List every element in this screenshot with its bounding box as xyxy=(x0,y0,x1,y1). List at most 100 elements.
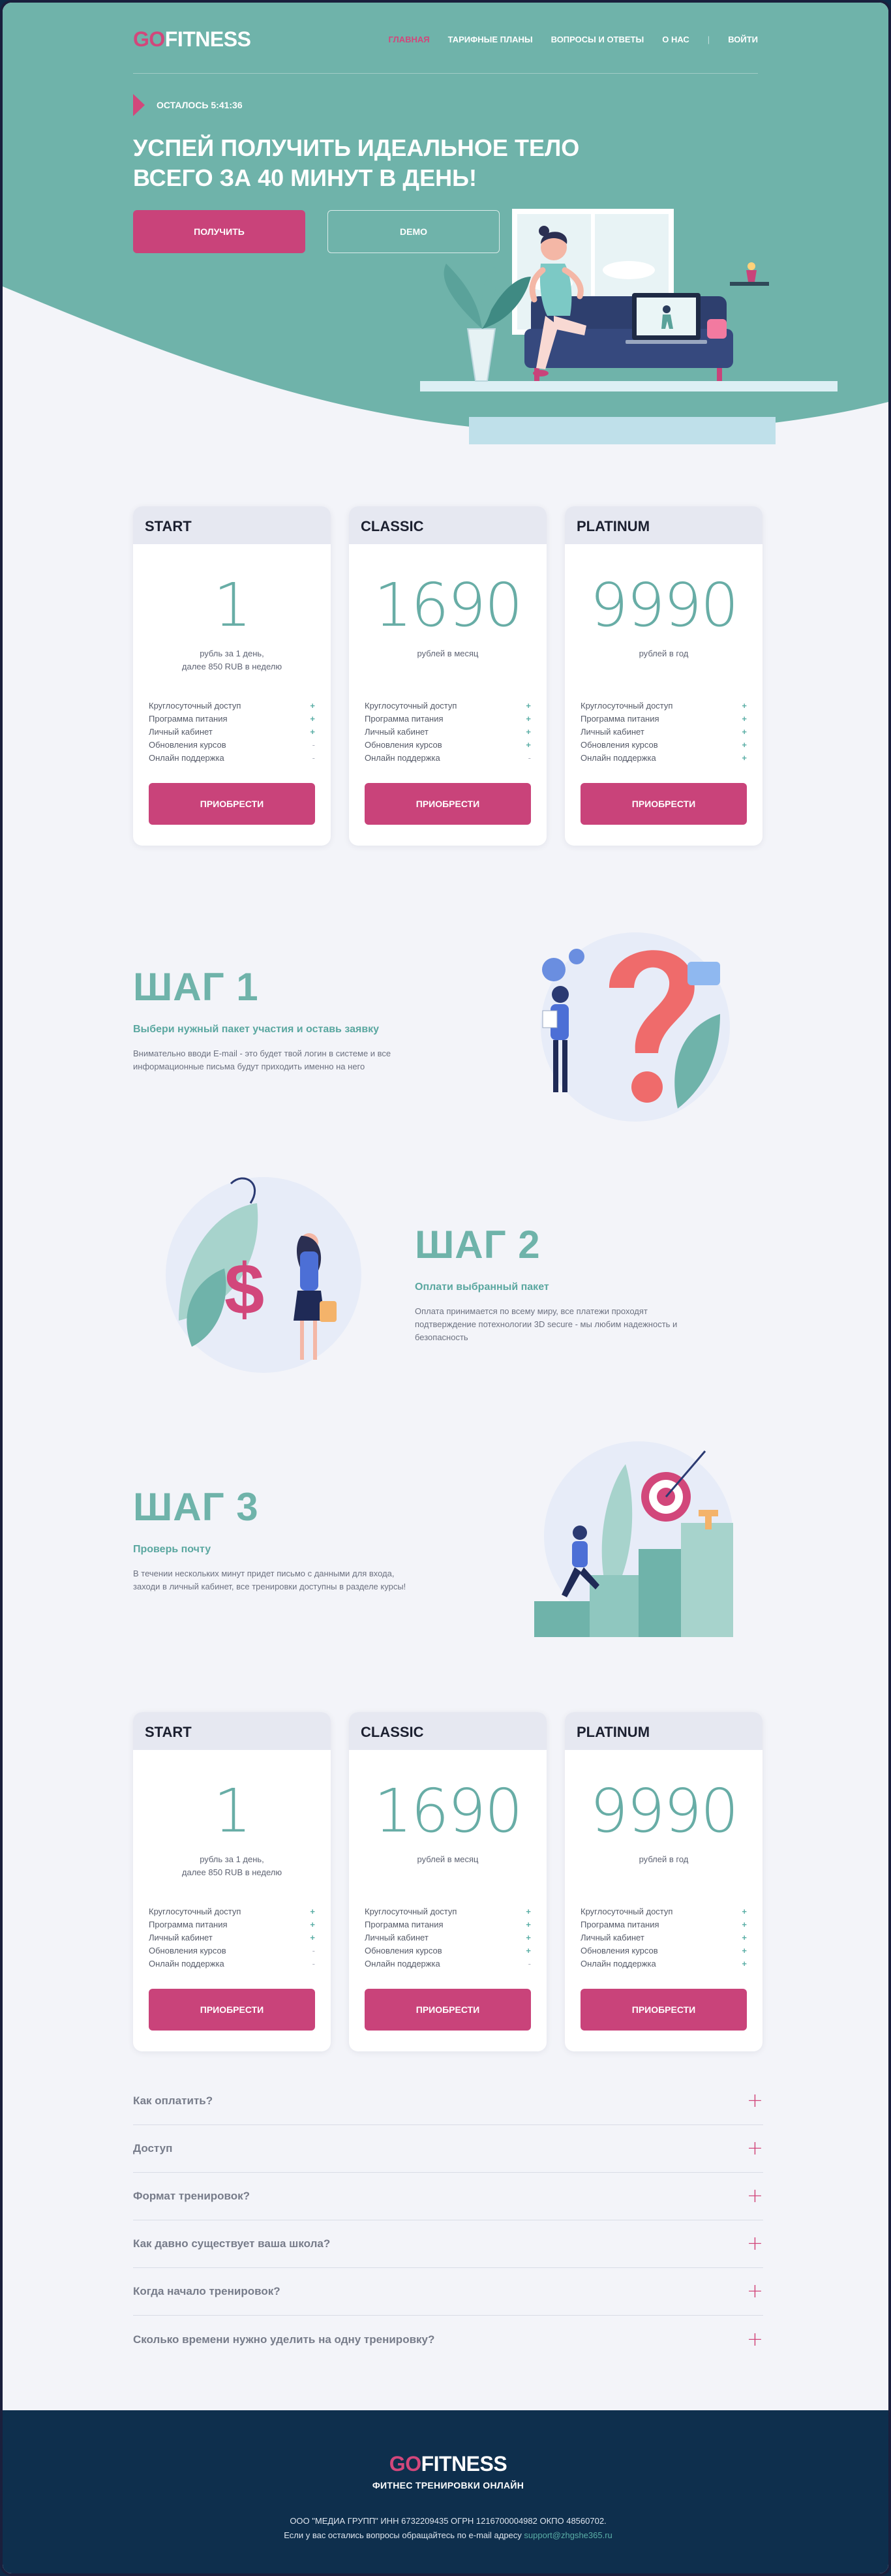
feature-row: Обновления курсов + xyxy=(581,740,747,750)
hero-title: УСПЕЙ ПОЛУЧИТЬ ИДЕАЛЬНОЕ ТЕЛО ВСЕГО ЗА 4… xyxy=(133,134,580,191)
plan-name: PLATINUM xyxy=(565,506,763,544)
step-1: ШАГ 1 Выбери нужный пакет участия и оста… xyxy=(133,965,420,1073)
faq-question: Когда начало тренировок? xyxy=(133,2285,280,2297)
question-illustration xyxy=(541,932,730,1122)
plus-icon[interactable]: + xyxy=(747,2234,763,2254)
plan-name: CLASSIC xyxy=(349,1712,547,1750)
feature-row: Онлайн поддержка - xyxy=(149,1959,315,1969)
plan-card-classic: CLASSIC 1690 рублей в месяц Круглосуточн… xyxy=(349,1712,547,2051)
plan-price-note: рублей в месяц xyxy=(417,1854,479,1864)
step-title: ШАГ 2 xyxy=(415,1223,541,1266)
plan-card-platinum: PLATINUM 9990 рублей в год Круглосуточны… xyxy=(565,1712,763,2051)
plan-features: Круглосуточный доступ + Программа питания… xyxy=(365,1905,531,1970)
plan-features: Круглосуточный доступ + Программа питания… xyxy=(149,1905,315,1970)
plan-card-platinum: PLATINUM 9990 рублей в год Круглосуточны… xyxy=(565,506,763,846)
feature-row: Программа питания + xyxy=(365,714,531,724)
top-nav: GOFITNESS ГЛАВНАЯ ТАРИФНЫЕ ПЛАНЫ ВОПРОСЫ… xyxy=(133,26,758,52)
footer: GOFITNESS ФИТНЕС ТРЕНИРОВКИ ОНЛАЙН ООО "… xyxy=(3,2410,888,2573)
step-text: Оплата принимается по всему миру, все пл… xyxy=(415,1306,678,1342)
plan-card-start: START 1 рубль за 1 день, далее 850 RUB в … xyxy=(133,1712,331,2051)
buy-button[interactable]: ПРИОБРЕСТИ xyxy=(581,783,747,825)
countdown-timer: ОСТАЛОСЬ 5:41:36 xyxy=(133,94,243,116)
buy-button[interactable]: ПРИОБРЕСТИ xyxy=(365,783,531,825)
plan-card-start: START 1 рубль за 1 день, далее 850 RUB в … xyxy=(133,506,331,846)
feature-row: Программа питания + xyxy=(581,714,747,724)
feature-row: Круглосуточный доступ + xyxy=(149,701,315,711)
plan-features: Круглосуточный доступ + Программа питания… xyxy=(365,699,531,765)
plus-icon[interactable]: + xyxy=(747,2091,763,2111)
faq-item[interactable]: Как оплатить? + xyxy=(133,2078,763,2125)
buy-button[interactable]: ПРИОБРЕСТИ xyxy=(149,1989,315,2031)
feature-row: Личный кабинет + xyxy=(149,727,315,737)
menu-item-plans[interactable]: ТАРИФНЫЕ ПЛАНЫ xyxy=(448,35,533,44)
main-menu: ГЛАВНАЯ ТАРИФНЫЕ ПЛАНЫ ВОПРОСЫ И ОТВЕТЫ … xyxy=(389,35,758,44)
feature-row: Круглосуточный доступ + xyxy=(365,1907,531,1916)
feature-row: Обновления курсов + xyxy=(581,1946,747,1955)
plan-price: 1690 xyxy=(374,1776,522,1846)
feature-row: Личный кабинет + xyxy=(365,727,531,737)
feature-row: Онлайн поддержка + xyxy=(581,1959,747,1969)
feature-row: Личный кабинет + xyxy=(581,1933,747,1942)
step-text: В течении нескольких минут придет письмо… xyxy=(133,1569,406,1591)
hero-section: GOFITNESS ГЛАВНАЯ ТАРИФНЫЕ ПЛАНЫ ВОПРОСЫ… xyxy=(3,3,888,459)
feature-row: Обновления курсов + xyxy=(365,740,531,750)
logo[interactable]: GOFITNESS xyxy=(133,27,251,52)
plus-icon[interactable]: + xyxy=(747,2282,763,2301)
step-title: ШАГ 3 xyxy=(133,1485,259,1529)
buy-button[interactable]: ПРИОБРЕСТИ xyxy=(581,1989,747,2031)
payment-illustration: $ xyxy=(166,1177,361,1373)
faq-item[interactable]: Доступ + xyxy=(133,2125,763,2173)
menu-item-about[interactable]: О НАС xyxy=(662,35,689,44)
feature-row: Программа питания + xyxy=(365,1920,531,1929)
growth-illustration xyxy=(534,1441,733,1637)
plus-icon[interactable]: + xyxy=(747,2329,763,2350)
page: GOFITNESS ГЛАВНАЯ ТАРИФНЫЕ ПЛАНЫ ВОПРОСЫ… xyxy=(0,0,891,2576)
footer-tagline: ФИТНЕС ТРЕНИРОВКИ ОНЛАЙН xyxy=(372,2480,524,2491)
feature-row: Программа питания + xyxy=(149,714,315,724)
support-email-link[interactable]: support@zhgshe365.ru xyxy=(524,2530,612,2540)
login-link[interactable]: ВОЙТИ xyxy=(728,35,758,44)
faq-question: Сколько времени нужно уделить на одну тр… xyxy=(133,2333,435,2346)
plus-icon[interactable]: + xyxy=(747,2139,763,2158)
buy-button[interactable]: ПРИОБРЕСТИ xyxy=(149,783,315,825)
faq-question: Формат тренировок? xyxy=(133,2190,250,2202)
plan-price: 9990 xyxy=(590,570,738,640)
faq-question: Как давно существует ваша школа? xyxy=(133,2237,331,2250)
plan-price-note: рублей в год xyxy=(639,649,689,658)
get-button[interactable]: ПОЛУЧИТЬ xyxy=(133,210,305,253)
feature-row: Личный кабинет + xyxy=(365,1933,531,1942)
plan-name: START xyxy=(133,506,331,544)
faq-item[interactable]: Формат тренировок? + xyxy=(133,2173,763,2220)
feature-row: Круглосуточный доступ + xyxy=(581,1907,747,1916)
faq-item[interactable]: Когда начало тренировок? + xyxy=(133,2268,763,2316)
feature-row: Личный кабинет + xyxy=(581,727,747,737)
feature-row: Круглосуточный доступ + xyxy=(149,1907,315,1916)
step-subtitle: Выбери нужный пакет участия и оставь зая… xyxy=(133,1024,380,1035)
triangle-icon xyxy=(133,94,145,116)
feature-row: Онлайн поддержка - xyxy=(365,1959,531,1969)
timer-label: ОСТАЛОСЬ 5:41:36 xyxy=(157,100,243,110)
menu-item-home[interactable]: ГЛАВНАЯ xyxy=(389,35,430,44)
footer-legal: ООО "МЕДИА ГРУПП" ИНН 6732209435 ОГРН 12… xyxy=(3,2514,888,2543)
plan-price: 1 xyxy=(213,570,252,640)
buy-button[interactable]: ПРИОБРЕСТИ xyxy=(365,1989,531,2031)
plan-name: PLATINUM xyxy=(565,1712,763,1750)
plan-card-classic: CLASSIC 1690 рублей в месяц Круглосуточн… xyxy=(349,506,547,846)
plan-name: START xyxy=(133,1712,331,1750)
nav-divider xyxy=(133,73,758,74)
faq-item[interactable]: Сколько времени нужно уделить на одну тр… xyxy=(133,2316,763,2363)
step-subtitle: Проверь почту xyxy=(133,1544,211,1555)
plus-icon[interactable]: + xyxy=(747,2186,763,2206)
faq-section: Как оплатить? + Доступ + Формат тренировок… xyxy=(133,2078,763,2363)
feature-row: Круглосуточный доступ + xyxy=(581,701,747,711)
faq-item[interactable]: Как давно существует ваша школа? + xyxy=(133,2220,763,2268)
feature-row: Обновления курсов + xyxy=(365,1946,531,1955)
menu-item-faq[interactable]: ВОПРОСЫ И ОТВЕТЫ xyxy=(551,35,644,44)
step-title: ШАГ 1 xyxy=(133,965,259,1009)
feature-row: Личный кабинет + xyxy=(149,1933,315,1942)
plan-price: 1690 xyxy=(374,570,522,640)
feature-row: Программа питания + xyxy=(149,1920,315,1929)
contact-line: Если у вас остались вопросы обращайтесь … xyxy=(284,2530,612,2540)
svg-text:$: $ xyxy=(224,1250,264,1330)
footer-logo[interactable]: GOFITNESS xyxy=(3,2452,888,2476)
